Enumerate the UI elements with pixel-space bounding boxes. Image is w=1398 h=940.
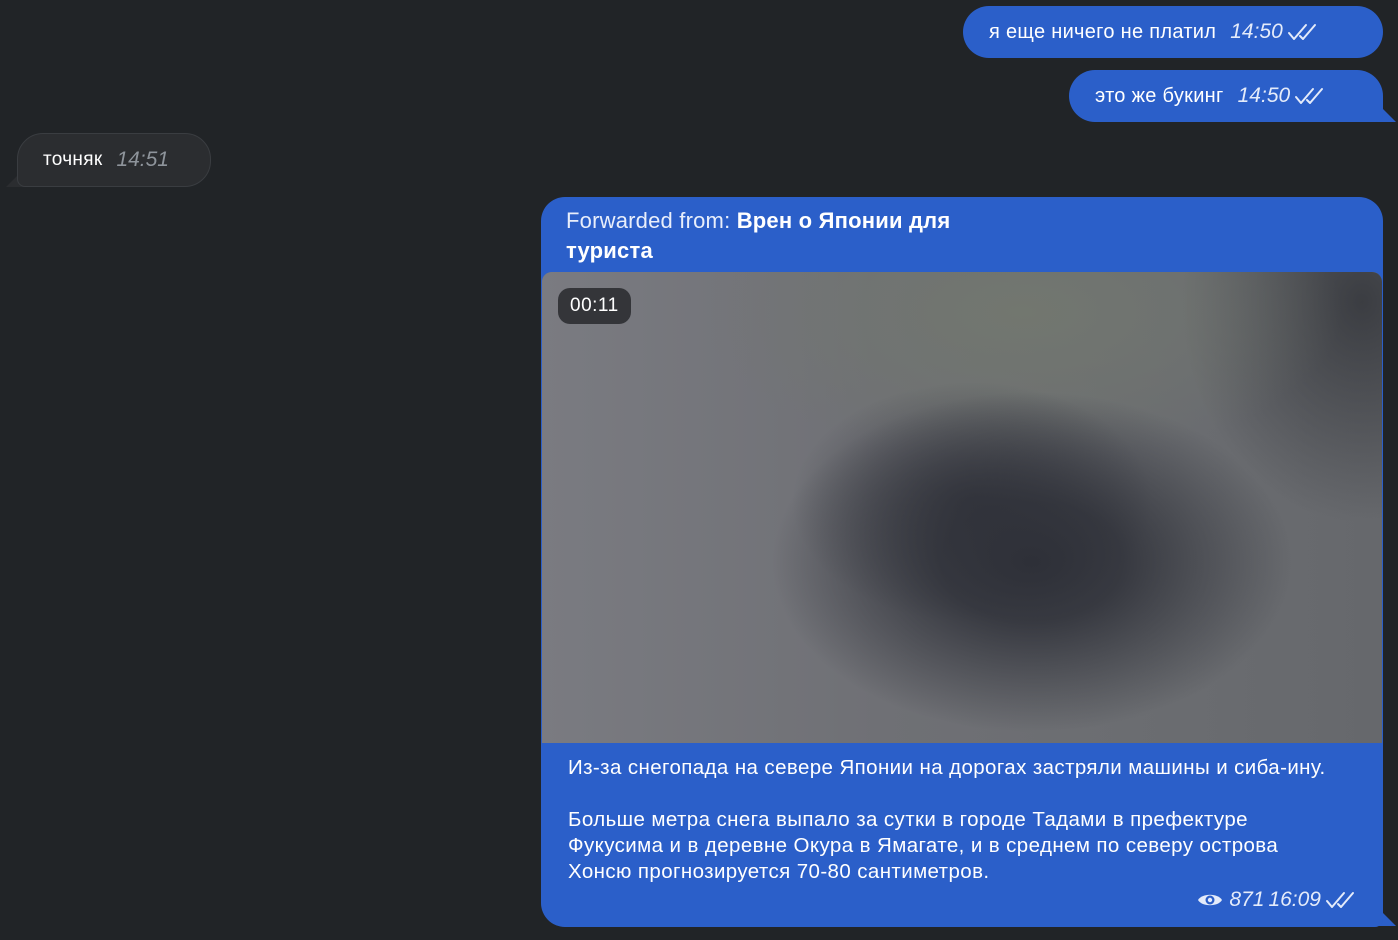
double-check-icon bbox=[1287, 22, 1317, 42]
caption-paragraph: Из-за снегопада на севере Японии на доро… bbox=[568, 756, 1326, 779]
outgoing-message[interactable]: я еще ничего не платил 14:50 bbox=[963, 6, 1383, 58]
message-text: точняк bbox=[43, 149, 103, 170]
message-text: я еще ничего не платил bbox=[989, 20, 1217, 43]
message-time: 16:09 bbox=[1268, 888, 1321, 911]
forwarded-prefix: Forwarded from: bbox=[566, 208, 731, 233]
forwarded-message[interactable]: Forwarded from: Врен о Японии для турист… bbox=[541, 197, 1383, 927]
message-meta: 14:51 bbox=[116, 148, 169, 172]
eye-icon bbox=[1197, 891, 1223, 909]
message-text: это же букинг bbox=[1095, 84, 1224, 107]
views-count: 871 bbox=[1229, 888, 1265, 911]
message-meta: 871 16:09 bbox=[1197, 888, 1355, 912]
incoming-message[interactable]: точняк 14:51 bbox=[17, 133, 211, 187]
video-thumbnail bbox=[542, 272, 1382, 743]
double-check-icon bbox=[1294, 86, 1324, 106]
message-caption: Из-за снегопада на севере Японии на доро… bbox=[568, 755, 1348, 885]
message-time: 14:50 bbox=[1230, 20, 1283, 43]
message-meta: 14:50 bbox=[1238, 84, 1325, 108]
video-preview[interactable]: 00:11 bbox=[542, 272, 1382, 743]
message-time: 14:50 bbox=[1237, 84, 1291, 107]
video-duration-badge: 00:11 bbox=[558, 288, 631, 324]
message-meta: 14:50 bbox=[1230, 20, 1317, 44]
outgoing-message[interactable]: это же букинг 14:50 bbox=[1069, 70, 1383, 122]
chat-history: я еще ничего не платил 14:50 это же буки… bbox=[0, 0, 1398, 940]
caption-paragraph: Больше метра снега выпало за сутки в гор… bbox=[568, 808, 1279, 883]
double-check-icon bbox=[1325, 890, 1355, 910]
message-time: 14:51 bbox=[116, 148, 169, 171]
forwarded-header[interactable]: Forwarded from: Врен о Японии для турист… bbox=[566, 206, 1026, 266]
